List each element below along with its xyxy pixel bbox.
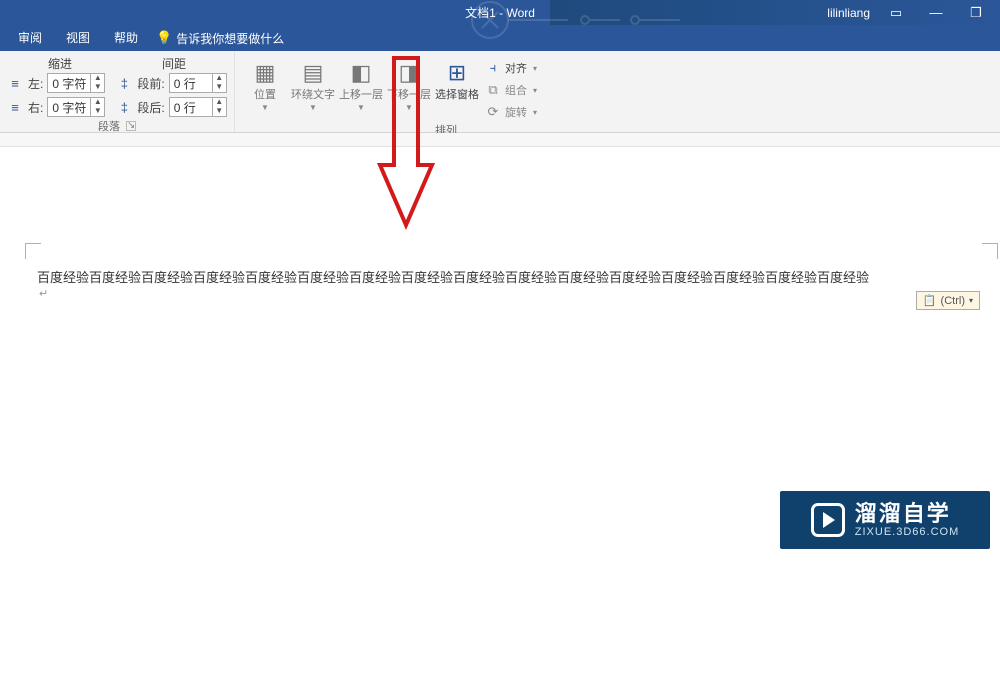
paste-options-label: (Ctrl) xyxy=(941,295,965,307)
window-title: 文档1 - Word xyxy=(465,4,535,21)
spacing-before-spinner[interactable]: 0 行 ▲▼ xyxy=(169,73,227,93)
horizontal-ruler[interactable] xyxy=(0,133,1000,147)
bring-forward-button[interactable]: ◧ 上移一层 ▼ xyxy=(337,55,385,112)
spacing-before-icon: ‡ xyxy=(115,76,133,91)
tab-view[interactable]: 视图 xyxy=(54,25,102,51)
indent-right-label: 右: xyxy=(28,99,43,116)
bring-forward-icon: ◧ xyxy=(345,57,377,89)
paragraph-mark-icon: ↵ xyxy=(39,287,48,300)
align-icon: ⫞ xyxy=(485,60,501,76)
lightbulb-icon: 💡 xyxy=(156,30,172,46)
chevron-down-icon: ▾ xyxy=(533,108,537,117)
indent-left-value: 0 字符 xyxy=(48,75,90,92)
tell-me-placeholder: 告诉我你想要做什么 xyxy=(176,30,284,47)
paste-icon: 📋 xyxy=(923,294,937,307)
spinner-down[interactable]: ▼ xyxy=(213,83,226,92)
tab-review[interactable]: 审阅 xyxy=(6,25,54,51)
group-arrange: ▦ 位置 ▼ ▤ 环绕文字 ▼ ◧ 上移一层 ▼ ◨ 下移一层 ▼ ⊞ 选择窗格 xyxy=(235,51,547,132)
spacing-after-spinner[interactable]: 0 行 ▲▼ xyxy=(169,97,227,117)
watermark-url: ZIXUE.3D66.COM xyxy=(855,526,959,538)
group-button[interactable]: ⧉ 组合 ▾ xyxy=(485,80,537,100)
spacing-after-value: 0 行 xyxy=(170,99,212,116)
wrap-text-icon: ▤ xyxy=(297,57,329,89)
spinner-down[interactable]: ▼ xyxy=(91,83,104,92)
margin-corner-top-right xyxy=(982,243,998,259)
position-icon: ▦ xyxy=(249,57,281,89)
indent-right-value: 0 字符 xyxy=(48,99,90,116)
spacing-header: 间距 xyxy=(124,55,224,72)
watermark-title: 溜溜自学 xyxy=(855,502,959,526)
watermark-logo: 溜溜自学 ZIXUE.3D66.COM xyxy=(780,491,990,549)
paragraph-group-label: 段落 xyxy=(98,118,120,134)
app-name: Word xyxy=(506,6,534,20)
spacing-before-label: 段前: xyxy=(137,75,164,92)
margin-corner-top-left xyxy=(25,243,41,259)
indent-right-icon: ≡ xyxy=(6,100,24,115)
spinner-down[interactable]: ▼ xyxy=(91,107,104,116)
send-backward-button[interactable]: ◨ 下移一层 ▼ xyxy=(385,55,433,112)
selection-pane-button[interactable]: ⊞ 选择窗格 xyxy=(433,55,481,102)
indent-left-label: 左: xyxy=(28,75,43,92)
spacing-before-value: 0 行 xyxy=(170,75,212,92)
indent-left-spinner[interactable]: 0 字符 ▲▼ xyxy=(47,73,105,93)
ribbon: 缩进 间距 ≡ 左: 0 字符 ▲▼ ≡ 右: 0 字符 xyxy=(0,51,1000,133)
tab-help[interactable]: 帮助 xyxy=(102,25,150,51)
chevron-down-icon: ▼ xyxy=(309,103,317,112)
send-backward-icon: ◨ xyxy=(393,57,425,89)
spacing-after-label: 段后: xyxy=(137,99,164,116)
spacing-after-icon: ‡ xyxy=(115,100,133,115)
align-button[interactable]: ⫞ 对齐 ▾ xyxy=(485,58,537,78)
chevron-down-icon: ▼ xyxy=(261,103,269,112)
document-name: 文档1 xyxy=(465,6,496,20)
rotate-icon: ⟳ xyxy=(485,104,501,120)
group-icon: ⧉ xyxy=(485,82,501,98)
chevron-down-icon: ▾ xyxy=(969,296,973,305)
page[interactable]: 百度经验百度经验百度经验百度经验百度经验百度经验百度经验百度经验百度经验百度经验… xyxy=(25,243,1000,679)
paste-options-button[interactable]: 📋 (Ctrl) ▾ xyxy=(916,291,980,310)
position-button[interactable]: ▦ 位置 ▼ xyxy=(241,55,289,112)
title-bar: 文档1 - Word lilinliang ▭ — ❐ xyxy=(0,0,1000,25)
rotate-button[interactable]: ⟳ 旋转 ▾ xyxy=(485,102,537,122)
chevron-down-icon: ▾ xyxy=(533,64,537,73)
indent-left-icon: ≡ xyxy=(6,76,24,91)
paragraph-dialog-launcher[interactable]: ↘ xyxy=(126,121,136,131)
indent-header: 缩进 xyxy=(10,55,110,72)
chevron-down-icon: ▼ xyxy=(405,103,413,112)
tell-me-search[interactable]: 💡 告诉我你想要做什么 xyxy=(150,30,284,47)
group-paragraph: 缩进 间距 ≡ 左: 0 字符 ▲▼ ≡ 右: 0 字符 xyxy=(0,51,235,132)
minimize-button[interactable]: — xyxy=(922,5,950,20)
restore-button[interactable]: ❐ xyxy=(962,5,990,21)
wrap-text-button[interactable]: ▤ 环绕文字 ▼ xyxy=(289,55,337,112)
ribbon-display-options[interactable]: ▭ xyxy=(882,5,910,21)
selection-pane-icon: ⊞ xyxy=(441,57,473,89)
spinner-down[interactable]: ▼ xyxy=(213,107,226,116)
user-name[interactable]: lilinliang xyxy=(827,6,870,20)
chevron-down-icon: ▼ xyxy=(357,103,365,112)
play-icon xyxy=(811,503,845,537)
chevron-down-icon: ▾ xyxy=(533,86,537,95)
indent-right-spinner[interactable]: 0 字符 ▲▼ xyxy=(47,97,105,117)
document-text[interactable]: 百度经验百度经验百度经验百度经验百度经验百度经验百度经验百度经验百度经验百度经验… xyxy=(37,267,998,286)
